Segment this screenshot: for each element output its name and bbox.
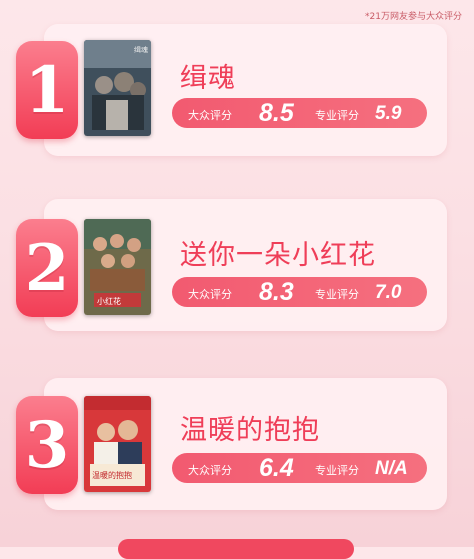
movie-poster[interactable]: 小红花 [84,219,151,315]
ranking-card-2[interactable]: 大众评分 8.3 专业评分 7.0 小红花 送你一朵小红花 [44,199,447,331]
pro-score-label: 专业评分 [315,464,359,477]
movie-title[interactable]: 缉魂 [180,56,236,95]
pro-score-value: 7.0 [375,282,402,303]
svg-text:缉魂: 缉魂 [134,45,148,54]
public-score-value: 8.3 [259,278,294,306]
pro-score-label: 专业评分 [315,288,359,301]
public-score-label: 大众评分 [188,464,232,477]
public-score-value: 8.5 [259,99,294,127]
movie-title[interactable]: 送你一朵小红花 [180,233,376,272]
svg-text:温暖的抱抱: 温暖的抱抱 [92,470,132,480]
score-bar: 大众评分 6.4 专业评分 N/A [172,453,427,483]
bottom-button[interactable] [118,539,354,559]
rank-badge-3: 3 [16,396,78,494]
score-bar: 大众评分 8.5 专业评分 5.9 [172,98,427,128]
movie-poster[interactable]: 温暖的抱抱 [84,396,151,492]
score-bar: 大众评分 8.3 专业评分 7.0 [172,277,427,307]
public-score-label: 大众评分 [188,109,232,122]
ranking-card-1[interactable]: 大众评分 8.5 专业评分 5.9 缉魂 缉魂 [44,24,447,156]
movie-title[interactable]: 温暖的抱抱 [180,408,320,447]
pro-score-value: 5.9 [375,103,402,124]
svg-text:小红花: 小红花 [97,296,121,306]
movie-poster[interactable]: 缉魂 [84,40,151,136]
public-score-value: 6.4 [259,454,294,482]
rank-badge-1: 1 [16,41,78,139]
participation-note: *21万网友参与大众评分 [365,12,462,22]
ranking-card-3[interactable]: 大众评分 6.4 专业评分 N/A 温暖的抱抱 温暖的抱抱 [44,378,447,510]
public-score-label: 大众评分 [188,288,232,301]
pro-score-label: 专业评分 [315,109,359,122]
pro-score-value: N/A [375,458,408,479]
rank-badge-2: 2 [16,219,78,317]
